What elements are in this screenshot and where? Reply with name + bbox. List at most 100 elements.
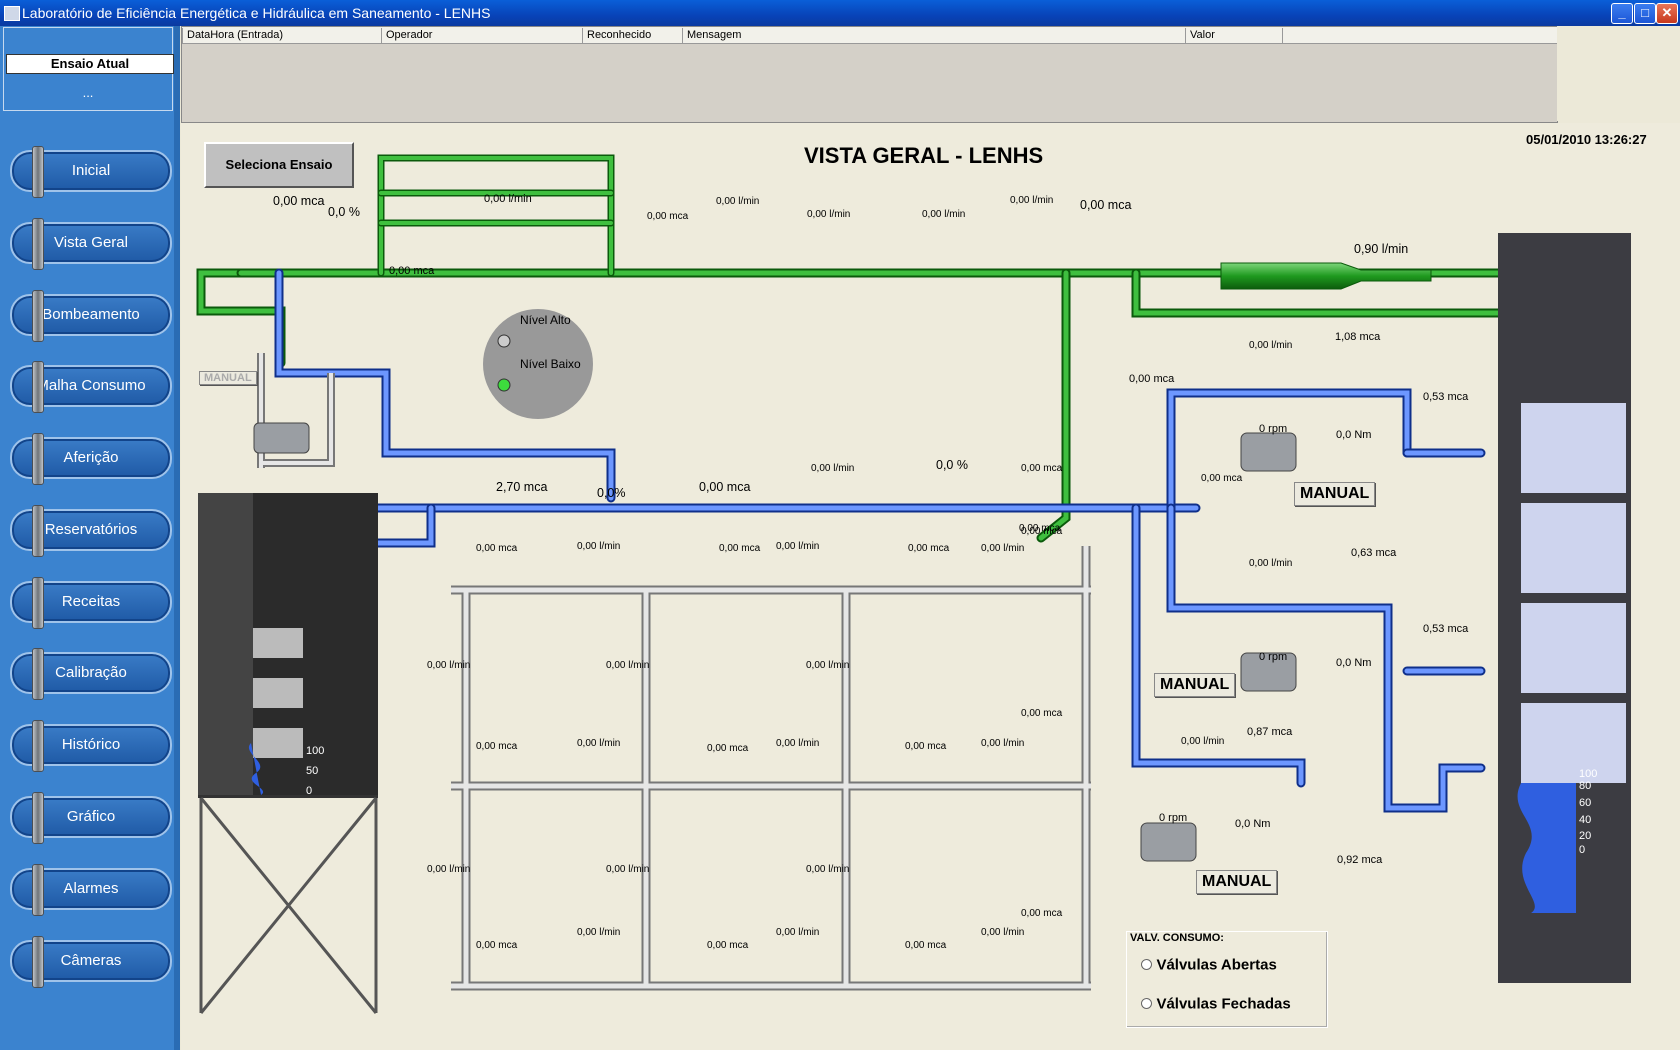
reading-29: 0 rpm xyxy=(1259,651,1288,663)
minimize-button[interactable]: _ xyxy=(1611,3,1633,24)
grid-label-p8: 0,00 mca xyxy=(707,940,749,951)
process-diagram xyxy=(196,154,1631,1014)
reading-36: 0,00 mca xyxy=(1021,708,1063,719)
reading-37: 0,00 mca xyxy=(1021,908,1063,919)
nav-bombeamento[interactable]: Bombeamento xyxy=(10,290,172,342)
reading-21: 0,00 l/min xyxy=(1249,340,1293,351)
grid-label-f10: 0,00 l/min xyxy=(427,864,471,875)
venturi-meter xyxy=(1220,262,1432,290)
grid-label-p3: 0,00 mca xyxy=(908,543,950,554)
col-reconhecido[interactable]: Reconhecido xyxy=(582,28,677,43)
reading-33: 0 rpm xyxy=(1159,812,1188,824)
nav-cameras[interactable]: Câmeras xyxy=(10,936,172,988)
alarm-table[interactable]: DataHora (Entrada) Operador Reconhecido … xyxy=(181,26,1558,123)
grid-label-f3: 0,00 l/min xyxy=(981,543,1025,554)
window-title: Laboratório de Eficiência Energética e H… xyxy=(22,5,491,21)
left-tank-stand xyxy=(199,797,378,1014)
manual-button-3[interactable]: MANUAL xyxy=(1196,870,1278,894)
manual-button-2[interactable]: MANUAL xyxy=(1154,673,1236,697)
grid-label-f12: 0,00 l/min xyxy=(806,864,850,875)
reading-27: 0,63 mca xyxy=(1351,547,1397,559)
maximize-button[interactable]: □ xyxy=(1634,3,1656,24)
reading-38: 0,00 mca xyxy=(1021,526,1063,537)
level-high-lamp xyxy=(497,334,511,348)
datetime: 05/01/2010 13:26:27 xyxy=(1526,132,1647,147)
grid-label-f9: 0,00 l/min xyxy=(981,738,1025,749)
nivel-alto-label: Nível Alto xyxy=(520,313,571,327)
col-mensagem[interactable]: Mensagem xyxy=(682,28,1187,43)
nav-alarmes[interactable]: Alarmes xyxy=(10,864,172,916)
reading-8: 0,00 l/min xyxy=(922,209,966,220)
ensaio-atual-title: Ensaio Atual xyxy=(6,54,174,74)
nav-afericao[interactable]: Aferição xyxy=(10,433,172,485)
reading-34: 0,0 Nm xyxy=(1235,818,1271,830)
left-scale-50: 50 xyxy=(306,765,319,777)
nav-reservatorios[interactable]: Reservatórios xyxy=(10,505,172,557)
nav-malha-consumo[interactable]: Malha Consumo xyxy=(10,361,172,413)
close-button[interactable]: ✕ xyxy=(1656,3,1678,24)
left-tank-base xyxy=(198,795,378,798)
valv-consumo-group: VALV. CONSUMO: Válvulas Abertas Válvulas… xyxy=(1126,931,1328,1028)
ensaio-atual-panel: Ensaio Atual ... xyxy=(3,27,174,111)
reading-15: 0,00 l/min xyxy=(811,463,855,474)
right-scale-40: 40 xyxy=(1579,814,1592,826)
right-scale-20: 20 xyxy=(1579,830,1592,842)
reading-6: 0,00 l/min xyxy=(716,196,760,207)
grid-label-f1: 0,00 l/min xyxy=(577,541,621,552)
manual-button-1[interactable]: MANUAL xyxy=(1294,482,1376,506)
nivel-baixo-label: Nível Baixo xyxy=(520,357,581,371)
nav-historico[interactable]: Histórico xyxy=(10,720,172,772)
reading-4: 0,00 mca xyxy=(389,265,435,277)
valv-abertas-label: Válvulas Abertas xyxy=(1156,956,1277,974)
radio-abertas[interactable] xyxy=(1141,959,1152,971)
grid-label-f5: 0,00 l/min xyxy=(606,660,650,671)
reading-10: 0,00 mca xyxy=(1080,198,1132,212)
nav-inicial[interactable]: Inicial xyxy=(10,146,172,198)
reading-16: 0,0 % xyxy=(936,458,968,472)
reading-25: 0,0 Nm xyxy=(1336,429,1372,441)
valv-abertas-option[interactable]: Válvulas Abertas xyxy=(1141,956,1277,974)
right-scale-80: 80 xyxy=(1579,780,1592,792)
reading-17: 0,00 mca xyxy=(1021,463,1063,474)
valv-fechadas-option[interactable]: Válvulas Fechadas xyxy=(1141,995,1291,1013)
grid-label-p9: 0,00 mca xyxy=(905,940,947,951)
valv-consumo-title: VALV. CONSUMO: xyxy=(1130,932,1224,944)
title-bar: Laboratório de Eficiência Energética e H… xyxy=(0,0,1680,26)
grid-label-p7: 0,00 mca xyxy=(476,940,518,951)
right-scale-0: 0 xyxy=(1579,844,1586,856)
reading-22: 1,08 mca xyxy=(1335,331,1381,343)
reading-9: 0,00 l/min xyxy=(1010,195,1054,206)
nav-receitas[interactable]: Receitas xyxy=(10,577,172,629)
left-tank-hatch xyxy=(253,628,303,658)
left-scale-0: 0 xyxy=(306,785,313,797)
reading-11: 0,90 l/min xyxy=(1354,242,1409,256)
left-tank-side xyxy=(198,493,253,795)
reading-13: 0,0% xyxy=(597,486,626,500)
nav-grafico[interactable]: Gráfico xyxy=(10,792,172,844)
left-scale-100: 100 xyxy=(306,745,325,757)
right-scale-60: 60 xyxy=(1579,797,1592,809)
col-valor[interactable]: Valor xyxy=(1185,28,1280,43)
manual-small-button[interactable]: MANUAL xyxy=(199,371,257,385)
grid-label-p2: 0,00 mca xyxy=(719,543,761,554)
left-tank-hatch-3 xyxy=(253,728,303,758)
col-operador[interactable]: Operador xyxy=(381,28,572,43)
right-tank-compartment-3 xyxy=(1521,603,1626,693)
nav-calibracao[interactable]: Calibração xyxy=(10,648,172,700)
grid-label-f4: 0,00 l/min xyxy=(427,660,471,671)
radio-fechadas[interactable] xyxy=(1141,998,1152,1010)
col-empty xyxy=(1282,28,1547,43)
grid-label-f15: 0,00 l/min xyxy=(981,927,1025,938)
nav-vista-geral[interactable]: Vista Geral xyxy=(10,218,172,270)
ensaio-atual-value: ... xyxy=(82,85,94,100)
select-ensaio-button[interactable]: Seleciona Ensaio xyxy=(204,142,354,188)
process-view: Seleciona Ensaio VISTA GERAL - LENHS 05/… xyxy=(181,123,1680,1050)
grid-label-p4: 0,00 mca xyxy=(476,741,518,752)
right-tank-compartment-1 xyxy=(1521,403,1626,493)
col-datahora[interactable]: DataHora (Entrada) xyxy=(182,28,377,43)
valv-fechadas-label: Válvulas Fechadas xyxy=(1156,995,1291,1013)
reading-23: 0,53 mca xyxy=(1423,391,1469,403)
reading-12: 2,70 mca xyxy=(496,480,548,494)
reading-28: 0,53 mca xyxy=(1423,623,1469,635)
blue-pipes xyxy=(274,268,1486,813)
